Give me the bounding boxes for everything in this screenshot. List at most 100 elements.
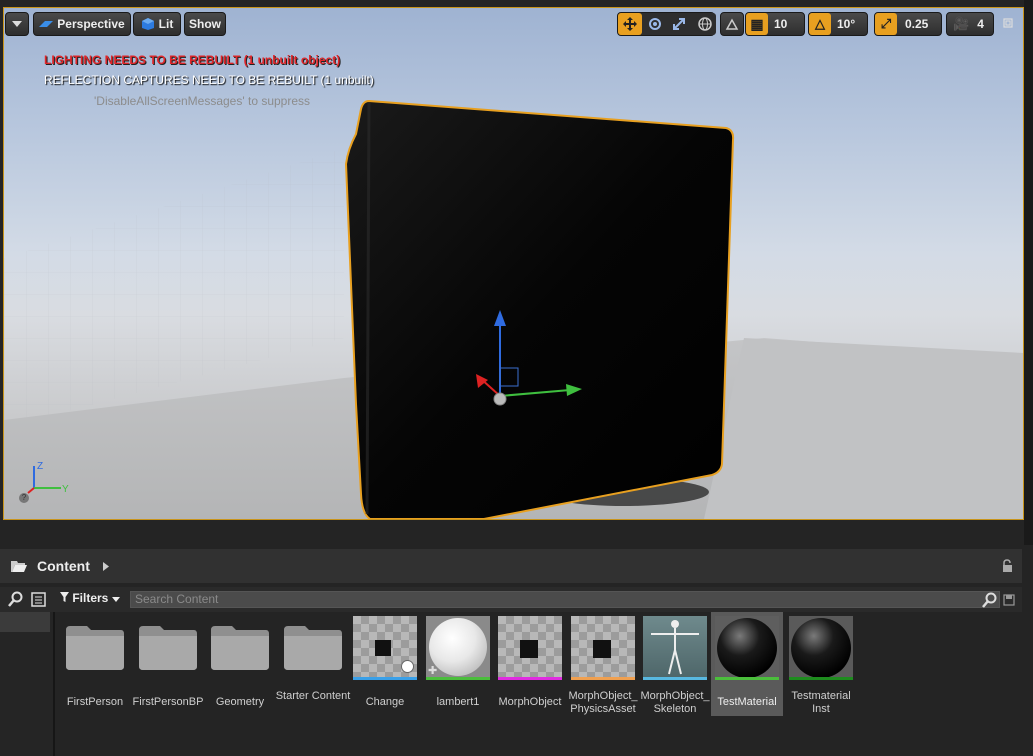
asset-type-bar — [789, 677, 853, 680]
chevron-down-icon — [12, 21, 22, 27]
reflection-rebuild-warning: REFLECTION CAPTURES NEED TO BE REBUILT (… — [44, 73, 374, 87]
show-label: Show — [189, 17, 221, 31]
show-button[interactable]: Show — [184, 12, 226, 36]
skeleton-figure-icon — [651, 620, 699, 675]
asset-label: MorphObject — [498, 696, 562, 708]
surface-snap-button[interactable] — [720, 12, 744, 36]
translate-mode-button[interactable] — [618, 13, 642, 35]
transform-gizmo[interactable] — [470, 306, 590, 411]
plus-icon: ✚ — [428, 665, 438, 677]
rotate-mode-button[interactable] — [644, 13, 666, 35]
skeletal-mesh-thumbnail — [498, 616, 562, 680]
save-search-icon[interactable] — [1003, 594, 1015, 606]
sources-panel — [0, 612, 55, 756]
maximize-viewport-button[interactable] — [1002, 17, 1014, 29]
asset-type-bar — [571, 677, 635, 680]
folder-icon — [139, 626, 197, 670]
viewport-toolbar: Perspective Lit Show ▦ 10 △ 10° ⤢ 0.25 🎥… — [4, 12, 1023, 38]
asset-label: MorphObject_ PhysicsAsset — [568, 690, 638, 715]
scale-snap-button[interactable]: ⤢ 0.25 — [874, 12, 942, 36]
perspective-icon — [39, 21, 54, 27]
folder-icon — [211, 626, 269, 670]
surface-snap-icon — [725, 18, 739, 30]
level-viewport[interactable]: Z Y ? LIGHTING NEEDS TO BE REBUILT (1 un… — [3, 7, 1024, 520]
chevron-down-icon — [111, 597, 120, 602]
asset-tile-selected[interactable]: TestMaterial — [711, 612, 783, 716]
camera-speed-button[interactable]: 🎥 4 — [946, 12, 994, 36]
asset-label: FirstPersonBP — [132, 696, 204, 708]
asset-label: TestMaterial — [717, 696, 777, 708]
asset-type-bar — [426, 677, 490, 680]
lit-label: Lit — [158, 17, 174, 31]
asset-tile[interactable]: Testmaterial Inst — [788, 616, 854, 715]
camera-speed-value: 4 — [977, 17, 984, 31]
asset-type-bar — [715, 677, 779, 680]
help-icon[interactable]: ? — [19, 493, 29, 503]
camera-speed-icon: 🎥 — [953, 16, 970, 31]
asset-label: Change — [365, 696, 405, 708]
lit-cube-icon — [141, 18, 154, 30]
static-mesh-thumbnail — [353, 616, 417, 680]
perspective-label: Perspective — [57, 17, 125, 31]
search-icon — [8, 591, 23, 607]
asset-tile[interactable]: MorphObject_ PhysicsAsset — [568, 616, 638, 715]
asset-type-bar — [498, 677, 562, 680]
search-placeholder: Search Content — [135, 592, 219, 606]
asset-tile[interactable]: Geometry — [207, 616, 273, 708]
lock-icon[interactable] — [1001, 559, 1013, 573]
search-content-input[interactable]: Search Content — [130, 591, 1000, 608]
funnel-icon — [60, 592, 69, 602]
asset-label: Testmaterial Inst — [791, 690, 851, 715]
rotate-icon — [649, 18, 661, 30]
scale-snap-icon: ⤢ — [875, 13, 897, 35]
folder-open-icon — [11, 561, 27, 572]
path-chevron-right-icon[interactable] — [103, 562, 109, 571]
asset-tile[interactable]: MorphObject — [497, 616, 563, 708]
grid-icon: ▦ — [746, 13, 768, 35]
asset-grid: FirstPerson FirstPersonBP Geometry Start… — [55, 612, 1022, 756]
perspective-button[interactable]: Perspective — [33, 12, 131, 36]
search-icon[interactable] — [982, 592, 998, 608]
scale-snap-value: 0.25 — [905, 17, 929, 31]
suppress-hint: 'DisableAllScreenMessages' to suppress — [94, 94, 311, 108]
filters-label: Filters — [72, 591, 109, 605]
rotation-snap-value: 10° — [837, 17, 856, 31]
asset-tile[interactable]: FirstPersonBP — [133, 616, 203, 708]
sources-view-button[interactable] — [31, 592, 46, 607]
physics-asset-thumbnail — [571, 616, 635, 680]
scale-icon — [673, 18, 685, 30]
content-path-root[interactable]: Content — [37, 558, 90, 574]
move-arrows-icon — [623, 17, 637, 31]
asset-label: Geometry — [215, 696, 265, 708]
lit-button[interactable]: Lit — [133, 12, 181, 36]
asset-tile[interactable]: FirstPerson — [62, 616, 128, 708]
lighting-rebuild-warning: LIGHTING NEEDS TO BE REBUILT (1 unbuilt … — [44, 53, 341, 67]
filters-button[interactable]: Filters — [60, 591, 120, 605]
maximize-icon — [1003, 18, 1013, 28]
scale-mode-button[interactable] — [668, 13, 690, 35]
asset-tile[interactable]: Change — [352, 616, 418, 708]
sources-selected-row[interactable] — [0, 612, 50, 632]
grid-snap-button[interactable]: ▦ 10 — [745, 12, 805, 36]
sources-search-button[interactable] — [8, 591, 26, 609]
asset-label: Starter Content — [275, 690, 351, 702]
asset-tile[interactable]: ✚ lambert1 — [425, 616, 491, 708]
asset-label: MorphObject_ Skeleton — [640, 690, 710, 715]
folder-icon — [284, 626, 342, 670]
world-local-button[interactable] — [694, 13, 716, 35]
axis-y-label: Y — [62, 484, 69, 495]
globe-icon — [698, 17, 712, 31]
asset-tile[interactable]: Starter Content — [276, 616, 350, 702]
rotation-snap-button[interactable]: △ 10° — [808, 12, 868, 36]
material-thumbnail: ✚ — [426, 616, 490, 680]
folder-icon — [66, 626, 124, 670]
rotation-snap-icon: △ — [809, 13, 831, 35]
right-panel-edge — [1024, 0, 1033, 545]
axis-z-label: Z — [37, 461, 43, 472]
material-thumbnail — [715, 616, 779, 680]
grid-snap-value: 10 — [774, 17, 788, 31]
asset-label: FirstPerson — [66, 696, 124, 708]
asset-tile[interactable]: MorphObject_ Skeleton — [640, 616, 710, 715]
list-view-icon — [31, 592, 46, 607]
viewport-options-button[interactable] — [5, 12, 29, 36]
